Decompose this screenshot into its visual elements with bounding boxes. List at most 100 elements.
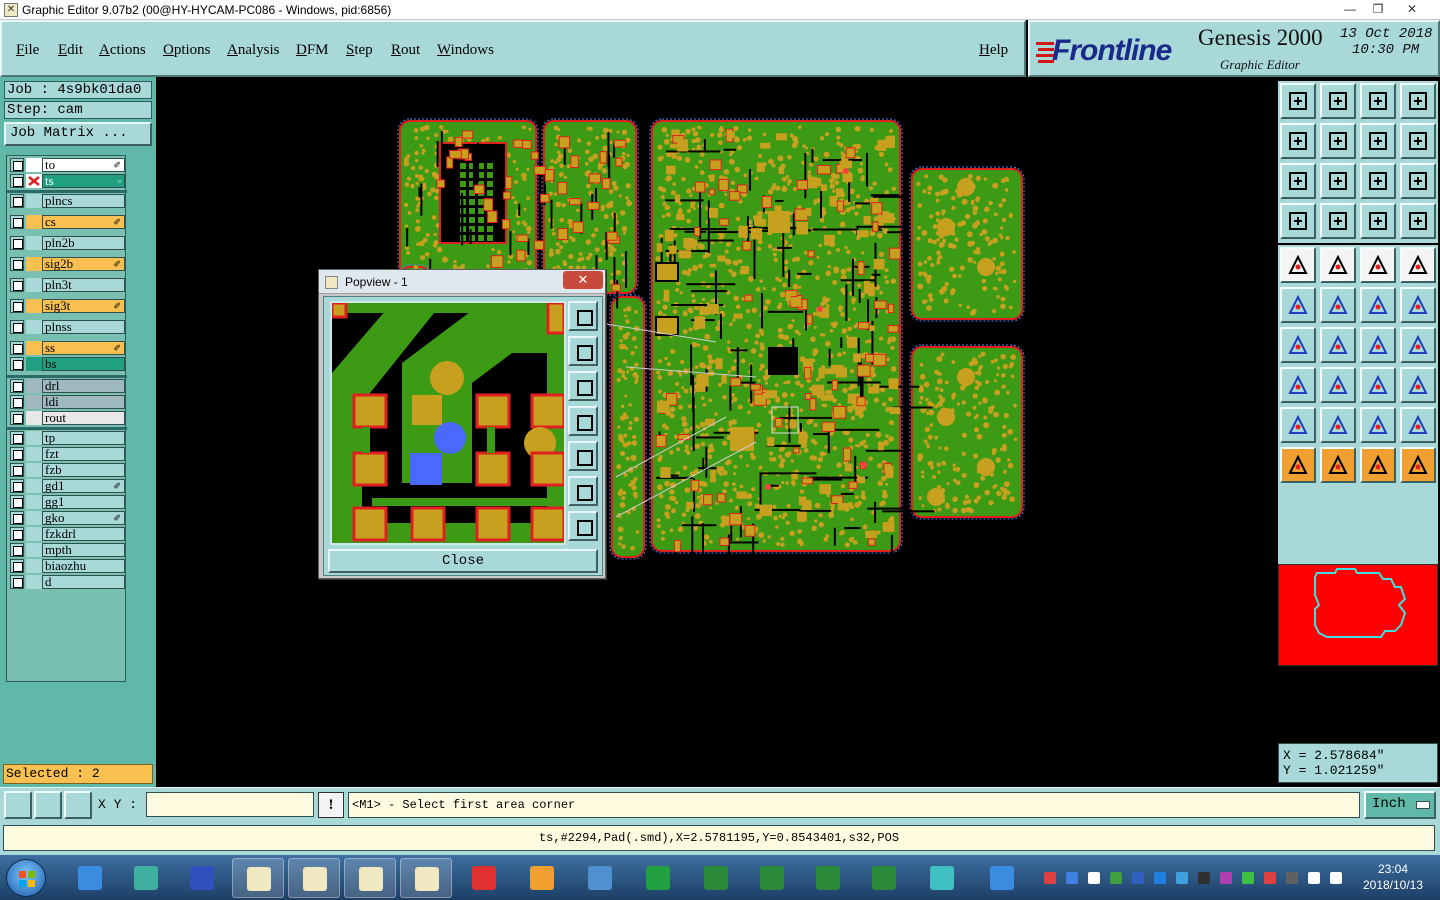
genesis-window-icon[interactable] — [344, 858, 396, 898]
cross-node-icon[interactable] — [1320, 287, 1356, 323]
layer-row-fzt[interactable]: fzt — [9, 447, 125, 461]
xy-input[interactable] — [146, 792, 314, 817]
layer-diff-icon[interactable] — [1400, 203, 1436, 239]
layer-name[interactable]: gd1 ✐ — [42, 479, 125, 493]
close-window-button[interactable]: ✕ — [1398, 0, 1426, 19]
layer-checkbox[interactable] — [10, 341, 24, 355]
triangle-arrow-icon[interactable] — [1360, 407, 1396, 443]
layer-name[interactable]: pln3t — [42, 278, 125, 292]
menu-windows[interactable]: Windows — [437, 42, 494, 59]
zoom-down-icon[interactable] — [1320, 83, 1356, 119]
layer-color-swatch[interactable] — [26, 194, 42, 208]
line-angle-icon[interactable] — [1280, 327, 1316, 363]
ruler-icon[interactable] — [1360, 247, 1396, 283]
layer-row-ts[interactable]: ts ▫ — [9, 174, 125, 188]
popview-pan-down-icon[interactable] — [568, 371, 598, 401]
select-circle-icon[interactable] — [1360, 447, 1396, 483]
layer-name[interactable]: sig3t ✐ — [42, 299, 125, 313]
popview-zoom-fit-icon[interactable] — [568, 301, 598, 331]
layer-name[interactable]: drl — [42, 379, 125, 393]
layer-row-ldi[interactable]: ldi — [9, 395, 125, 409]
one-to-two-icon[interactable] — [1360, 163, 1396, 199]
excel-icon[interactable] — [690, 858, 742, 898]
layer-row-plnss[interactable]: plnss — [9, 320, 125, 334]
menu-rout[interactable]: Rout — [391, 42, 420, 59]
layer-color-swatch[interactable] — [26, 575, 42, 589]
angle-mode-icon[interactable] — [34, 791, 62, 819]
zoom-home-icon[interactable] — [1280, 83, 1316, 119]
layer-color-swatch[interactable] — [26, 411, 42, 425]
genesis-window-icon[interactable] — [400, 858, 452, 898]
excel-icon[interactable] — [802, 858, 854, 898]
layer-color-swatch[interactable] — [26, 431, 42, 445]
layer-checkbox[interactable] — [10, 463, 24, 477]
layer-color-swatch[interactable] — [26, 215, 42, 229]
pad-add-icon[interactable] — [1280, 247, 1316, 283]
layer-row-gko[interactable]: gko ✐ — [9, 511, 125, 525]
layer-row-ss[interactable]: ss ✐ — [9, 341, 125, 355]
popview-pan-right-icon[interactable] — [568, 441, 598, 471]
grid-mode-icon[interactable] — [64, 791, 92, 819]
layer-name[interactable]: ss ✐ — [42, 341, 125, 355]
genesis-window-icon[interactable] — [232, 858, 284, 898]
help-icon[interactable] — [1400, 163, 1436, 199]
layer-row-biaozhu[interactable]: biaozhu — [9, 559, 125, 573]
pan-right-icon[interactable] — [1320, 123, 1356, 159]
layer-row-sig2b[interactable]: sig2b ✐ — [9, 257, 125, 271]
frontline-f-icon[interactable] — [632, 858, 684, 898]
excel-icon[interactable] — [858, 858, 910, 898]
tray-icon[interactable] — [1286, 872, 1298, 884]
tray-icon[interactable] — [1308, 872, 1320, 884]
layer-color-swatch[interactable] — [26, 257, 42, 271]
layer-color-swatch[interactable] — [26, 174, 42, 188]
save-disk-icon[interactable] — [176, 858, 228, 898]
start-button[interactable] — [6, 859, 46, 897]
app-g-icon[interactable] — [458, 858, 510, 898]
layer-checkbox[interactable] — [10, 357, 24, 371]
popview-zoom-in-icon[interactable] — [568, 476, 598, 506]
circle-pad-icon[interactable] — [1400, 247, 1436, 283]
layer-name[interactable]: fzb — [42, 463, 125, 477]
layer-checkbox[interactable] — [10, 257, 24, 271]
layer-color-swatch[interactable] — [26, 158, 42, 172]
layer-row-d[interactable]: d — [9, 575, 125, 589]
layer-color-swatch[interactable] — [26, 236, 42, 250]
layer-checkbox[interactable] — [10, 158, 24, 172]
layer-checkbox[interactable] — [10, 431, 24, 445]
layer-name[interactable]: d — [42, 575, 125, 589]
vertex-move-icon[interactable] — [1400, 287, 1436, 323]
popview-zoom-out-icon[interactable] — [568, 511, 598, 541]
menu-edit[interactable]: Edit — [58, 42, 83, 59]
layer-name[interactable]: ts ▫ — [42, 174, 125, 188]
layer-checkbox[interactable] — [10, 495, 24, 509]
menu-analysis[interactable]: Analysis — [227, 42, 280, 59]
layer-color-swatch[interactable] — [26, 447, 42, 461]
vertex-line-icon[interactable] — [1360, 287, 1396, 323]
layer-color-swatch[interactable] — [26, 463, 42, 477]
layer-color-swatch[interactable] — [26, 543, 42, 557]
messenger-icon[interactable] — [976, 858, 1028, 898]
menu-file[interactable]: File — [16, 42, 39, 59]
arc-triangle-icon[interactable] — [1280, 407, 1316, 443]
layer-row-cs[interactable]: cs ✐ — [9, 215, 125, 229]
connect-nodes-icon[interactable] — [1280, 287, 1316, 323]
layer-row-pln2b[interactable]: pln2b — [9, 236, 125, 250]
board-overview-map[interactable] — [1278, 564, 1438, 666]
tray-icon[interactable] — [1330, 872, 1342, 884]
layer-name[interactable]: rout — [42, 411, 125, 425]
menu-dfm[interactable]: DFM — [296, 42, 329, 59]
shell-icon[interactable] — [516, 858, 568, 898]
swap-icon[interactable] — [1360, 123, 1396, 159]
layer-color-swatch[interactable] — [26, 479, 42, 493]
warning-button[interactable]: ! — [318, 792, 344, 818]
layer-color-swatch[interactable] — [26, 527, 42, 541]
tray-icon[interactable] — [1110, 872, 1122, 884]
explorer-icon[interactable] — [120, 858, 172, 898]
layer-checkbox[interactable] — [10, 278, 24, 292]
layer-name[interactable]: tp — [42, 431, 125, 445]
layer-checkbox[interactable] — [10, 215, 24, 229]
layer-row-gd1[interactable]: gd1 ✐ — [9, 479, 125, 493]
layer-color-swatch[interactable] — [26, 341, 42, 355]
layer-checkbox[interactable] — [10, 543, 24, 557]
select-path-icon[interactable] — [1400, 447, 1436, 483]
